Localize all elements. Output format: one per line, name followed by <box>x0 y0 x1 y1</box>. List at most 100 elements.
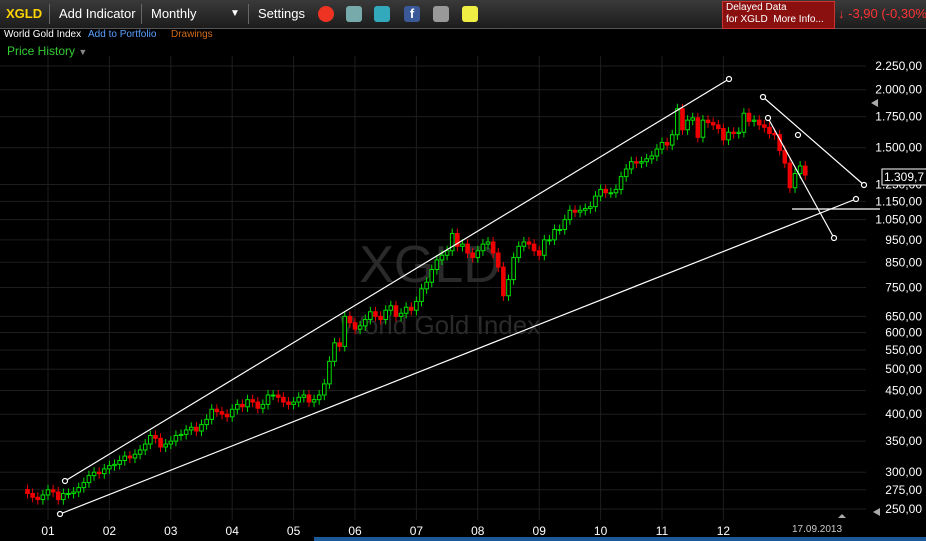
date-label: 17.09.2013 <box>792 524 842 535</box>
candle-body <box>792 173 798 189</box>
candle-body <box>265 394 271 405</box>
candle-body <box>291 401 296 405</box>
trendline-handle[interactable] <box>56 510 64 518</box>
candle-body <box>797 165 803 175</box>
candle-body <box>270 394 276 397</box>
candle-body <box>255 401 261 409</box>
y-tick-label: 850,00 <box>885 255 922 269</box>
x-tick-label: 05 <box>287 524 301 538</box>
candle-body <box>347 315 353 324</box>
candle-body <box>710 122 716 126</box>
scroll-arrow-icon[interactable] <box>873 508 880 516</box>
trendline-handle[interactable] <box>852 195 860 203</box>
candle-body <box>61 492 66 501</box>
candle-body <box>731 131 736 134</box>
candle-body <box>403 306 409 314</box>
candle-body <box>608 192 614 195</box>
candle-body <box>96 471 102 475</box>
candle-body <box>715 124 721 130</box>
y-tick-label: 450,00 <box>885 383 922 397</box>
candle-body <box>639 161 644 164</box>
candle-body <box>485 241 491 245</box>
candle-body <box>434 259 440 271</box>
candle-body <box>741 112 747 133</box>
candle-body <box>465 243 470 254</box>
candle-body <box>531 243 537 252</box>
candle-body <box>101 468 107 475</box>
trendline-handle[interactable] <box>725 75 733 83</box>
candle-body <box>45 489 51 496</box>
x-tick-label: 12 <box>717 524 731 538</box>
candle-body <box>705 119 711 124</box>
y-tick-label: 950,00 <box>885 233 922 247</box>
candle-body <box>751 119 757 122</box>
candle-body <box>260 403 266 409</box>
y-tick-label: 1.150,00 <box>875 194 922 208</box>
bottom-scrollbar[interactable] <box>314 537 926 541</box>
last-value-label: 1.309,7 <box>884 170 924 184</box>
x-tick-label: 03 <box>164 524 178 538</box>
watermark-symbol: XGLD <box>359 236 501 294</box>
candle-body <box>398 312 404 317</box>
candle-body <box>194 426 199 432</box>
candle-body <box>588 206 593 209</box>
candle-body <box>199 424 204 432</box>
candle-body <box>613 188 619 194</box>
candle-body <box>603 188 609 194</box>
candle-body <box>148 434 153 445</box>
candle-body <box>577 209 583 213</box>
candle-body <box>511 257 516 281</box>
y-tick-label: 400,00 <box>885 407 922 421</box>
candle-body <box>700 119 706 138</box>
candle-body <box>516 245 522 259</box>
candle-body <box>322 383 327 396</box>
candle-body <box>388 305 394 311</box>
candle-body <box>137 449 143 455</box>
candle-body <box>787 162 793 189</box>
candle-body <box>183 429 189 435</box>
candle-body <box>669 134 675 146</box>
candle-body <box>91 471 97 477</box>
candle-body <box>414 300 419 311</box>
candle-body <box>782 149 788 164</box>
candle-body <box>490 241 496 254</box>
candle-body <box>286 401 291 405</box>
candle-body <box>475 250 481 259</box>
x-tick-label: 07 <box>410 524 424 538</box>
trendline-handle[interactable] <box>860 181 868 189</box>
trendline-handle[interactable] <box>764 114 772 122</box>
candle-body <box>444 250 450 256</box>
price-chart[interactable]: XGLD World Gold Index 2.250,002.000,001.… <box>0 0 926 541</box>
candle-body <box>439 254 445 261</box>
trendline-handle[interactable] <box>759 93 767 101</box>
candle-body <box>240 403 245 408</box>
candle-body <box>680 108 685 131</box>
candle-body <box>301 394 307 398</box>
scroll-arrow-icon[interactable] <box>838 514 846 518</box>
candle-body <box>470 252 475 259</box>
y-tick-label: 275,00 <box>885 483 922 497</box>
candle-body <box>55 491 61 501</box>
candle-body <box>721 128 726 141</box>
trendline-handle[interactable] <box>794 131 802 139</box>
candle-body <box>342 315 348 347</box>
y-tick-label: 2.000,00 <box>875 83 922 97</box>
y-tick-label: 250,00 <box>885 502 922 516</box>
candle-body <box>168 440 174 445</box>
x-tick-label: 06 <box>348 524 362 538</box>
candle-body <box>685 119 690 131</box>
scroll-arrow-icon[interactable] <box>871 99 878 107</box>
x-tick-label: 02 <box>103 524 117 538</box>
candle-body <box>86 475 92 484</box>
trendline-handle[interactable] <box>61 477 69 485</box>
candle-body <box>767 126 772 134</box>
y-tick-label: 600,00 <box>885 325 922 339</box>
candle-body <box>122 455 128 461</box>
candle-body <box>654 148 660 157</box>
candle-body <box>383 309 388 320</box>
candle-body <box>542 239 547 256</box>
candle-body <box>659 141 665 150</box>
x-tick-label: 08 <box>471 524 485 538</box>
trendline-handle[interactable] <box>830 234 838 242</box>
candle-body <box>644 158 649 163</box>
